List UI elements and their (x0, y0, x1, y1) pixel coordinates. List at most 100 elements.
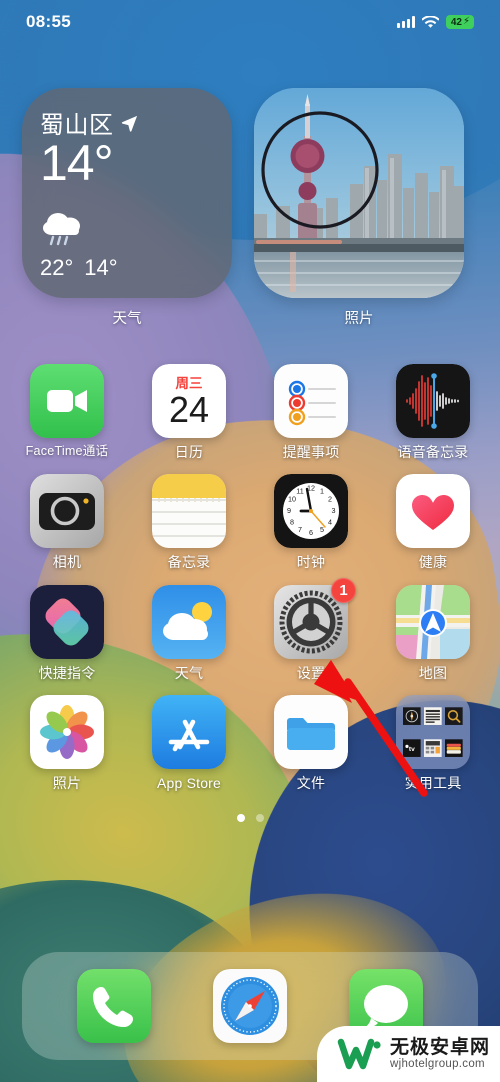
app-label-shortcuts: 快捷指令 (38, 664, 96, 681)
app-label-photos: 照片 (52, 775, 82, 792)
app-clock[interactable]: 12 1 2 345 678 9 10 11 时钟 (250, 460, 372, 570)
widget-row: 蜀山区 14° 22° 14° 天气 照片 (0, 44, 500, 328)
battery-percent-label: 42 (450, 16, 462, 28)
app-files[interactable]: 文件 (250, 681, 372, 791)
svg-text:4: 4 (328, 518, 332, 527)
photos-flower-icon (30, 695, 104, 770)
svg-text:6: 6 (309, 528, 313, 537)
app-reminders[interactable]: 提醒事项 (250, 350, 372, 460)
app-label-camera: 相机 (52, 554, 82, 571)
weather-widget-label: 天气 (112, 311, 142, 327)
app-shortcuts[interactable]: 快捷指令 (6, 571, 128, 681)
weather-widget-temp: 14° (40, 135, 114, 191)
app-row-4: 照片 App Store 文件 tv 实用工具 (6, 681, 494, 791)
svg-text:tv: tv (409, 746, 415, 753)
app-maps[interactable]: 地图 (372, 571, 494, 681)
app-label-facetime: FaceTime通话 (25, 444, 109, 458)
app-voice-memos[interactable]: 语音备忘录 (372, 350, 494, 460)
app-app-store[interactable]: App Store (128, 681, 250, 791)
page-dot-1[interactable] (236, 813, 245, 822)
wallet-icon (445, 734, 463, 762)
safari-compass-icon (213, 969, 287, 1043)
photos-widget[interactable]: 照片 (254, 88, 464, 328)
app-health[interactable]: 健康 (372, 460, 494, 570)
wifi-icon (421, 15, 439, 28)
lightning-bolt-icon: ⚡ (462, 16, 470, 27)
phone-handset-icon (77, 969, 151, 1043)
app-calendar[interactable]: 周三 24 日历 (128, 350, 250, 460)
app-notes[interactable]: 备忘录 (128, 460, 250, 570)
app-label-clock: 时钟 (296, 554, 326, 571)
weather-widget-low: 14° (84, 255, 118, 280)
app-label-calendar: 日历 (174, 444, 204, 460)
app-row-2: 相机 备忘录 12 1 2 3 4 5 6 7 8 9 10 11 时钟 健康 (6, 460, 494, 570)
folder-icon: tv (396, 695, 470, 770)
app-photos[interactable]: 照片 (6, 681, 128, 791)
app-facetime[interactable]: FaceTime通话 (6, 350, 128, 460)
facetime-icon (30, 364, 104, 438)
news-icon (424, 702, 442, 730)
calculator-icon (424, 734, 442, 762)
reminders-icon (274, 364, 348, 438)
app-settings[interactable]: 1 设置 (250, 571, 372, 681)
voice-memos-icon (396, 364, 470, 438)
app-row-1: FaceTime通话 周三 24 日历 提醒事项 语音备忘录 (6, 350, 494, 460)
files-folder-icon (274, 695, 348, 770)
app-label-maps: 地图 (418, 664, 448, 681)
app-label-voice-memos: 语音备忘录 (397, 444, 469, 460)
app-store-icon (152, 695, 226, 770)
svg-text:7: 7 (298, 525, 302, 534)
page-dot-2[interactable] (255, 813, 264, 822)
maps-icon (396, 584, 470, 659)
location-arrow-icon (121, 115, 137, 132)
svg-text:3: 3 (332, 506, 336, 515)
weather-sun-cloud-icon (152, 584, 226, 659)
watermark: 无极安卓网 wjhotelgroup.com (316, 1026, 500, 1082)
health-heart-icon (396, 474, 470, 549)
app-row-3: 快捷指令 天气 1 设置 地图 (6, 571, 494, 681)
svg-text:11: 11 (296, 487, 303, 496)
battery-indicator: 42 ⚡ (445, 15, 474, 29)
magnifier-icon (445, 702, 463, 730)
page-indicator[interactable] (6, 813, 494, 822)
dock-app-safari[interactable] (213, 969, 287, 1043)
svg-text:1: 1 (320, 487, 324, 496)
clock-icon: 12 12 345 678 91011 (274, 474, 348, 549)
photos-widget-label: 照片 (344, 311, 374, 327)
cellular-bars-icon (396, 16, 415, 28)
app-label-notes: 备忘录 (167, 554, 211, 571)
iphone-home-screen: 08:55 42 ⚡ 蜀山区 14° 22° 14° 天气 照片 FaceTim… (0, 0, 500, 1082)
svg-text:8: 8 (290, 518, 294, 527)
dock-app-phone[interactable] (77, 969, 151, 1043)
watermark-site-url: wjhotelgroup.com (389, 1058, 485, 1071)
app-camera[interactable]: 相机 (6, 460, 128, 570)
app-label-utilities: 实用工具 (404, 775, 462, 792)
svg-text:2: 2 (328, 495, 332, 504)
notes-icon (152, 474, 226, 549)
app-label-settings: 设置 (296, 664, 326, 681)
app-label-app-store: App Store (156, 775, 222, 792)
svg-text:5: 5 (320, 525, 324, 534)
settings-badge: 1 (331, 577, 356, 603)
shanghai-skyline-photo (254, 88, 464, 298)
svg-text:24: 24 (169, 389, 209, 430)
status-bar-clock: 08:55 (26, 12, 71, 31)
compass-icon (403, 702, 421, 730)
app-weather[interactable]: 天气 (128, 571, 250, 681)
app-grid: FaceTime通话 周三 24 日历 提醒事项 语音备忘录 相机 备忘录 12… (0, 328, 500, 822)
rain-cloud-icon (43, 213, 80, 246)
calendar-icon: 周三 24 (152, 364, 226, 438)
svg-text:9: 9 (287, 506, 291, 515)
w-logo-icon (337, 1038, 381, 1070)
app-label-weather: 天气 (174, 664, 204, 681)
svg-text:10: 10 (288, 495, 296, 504)
app-label-reminders: 提醒事项 (282, 444, 340, 460)
apple-tv-icon: tv (403, 734, 421, 762)
weather-widget[interactable]: 蜀山区 14° 22° 14° 天气 (22, 88, 232, 328)
watermark-site-name: 无极安卓网 (389, 1036, 490, 1058)
app-label-files: 文件 (296, 775, 326, 792)
folder-utilities[interactable]: tv 实用工具 (372, 681, 494, 791)
camera-icon (30, 474, 104, 549)
status-bar: 08:55 42 ⚡ (0, 0, 500, 44)
shortcuts-icon (30, 584, 104, 659)
